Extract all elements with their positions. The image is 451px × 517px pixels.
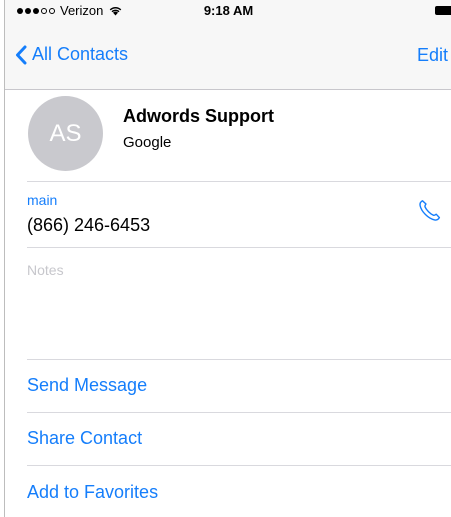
navigation-bar: All Contacts Edit bbox=[5, 22, 451, 90]
add-to-favorites-button[interactable]: Add to Favorites bbox=[27, 482, 158, 503]
divider bbox=[27, 465, 451, 466]
chevron-left-icon bbox=[16, 45, 27, 64]
divider bbox=[27, 247, 451, 248]
send-message-button[interactable]: Send Message bbox=[27, 375, 147, 396]
avatar: AS bbox=[28, 96, 103, 171]
phone-number[interactable]: (866) 246-6453 bbox=[27, 215, 150, 236]
contact-detail-screen: Verizon 9:18 AM All Contacts Edit AS Adw… bbox=[4, 0, 451, 517]
notes-label[interactable]: Notes bbox=[27, 262, 64, 278]
share-contact-button[interactable]: Share Contact bbox=[27, 428, 142, 449]
contact-name: Adwords Support bbox=[123, 106, 274, 126]
edit-button[interactable]: Edit bbox=[417, 45, 448, 66]
status-bar: Verizon 9:18 AM bbox=[5, 0, 451, 22]
back-button-label: All Contacts bbox=[32, 44, 129, 64]
back-to-all-contacts-button[interactable]: All Contacts bbox=[15, 44, 128, 65]
phone-label: main bbox=[27, 192, 58, 208]
divider bbox=[27, 181, 451, 182]
battery-icon bbox=[435, 6, 451, 15]
divider bbox=[27, 412, 451, 413]
status-time: 9:18 AM bbox=[203, 3, 254, 18]
contact-company: Google bbox=[123, 134, 172, 151]
divider bbox=[27, 359, 451, 360]
phone-call-icon[interactable] bbox=[416, 198, 442, 224]
